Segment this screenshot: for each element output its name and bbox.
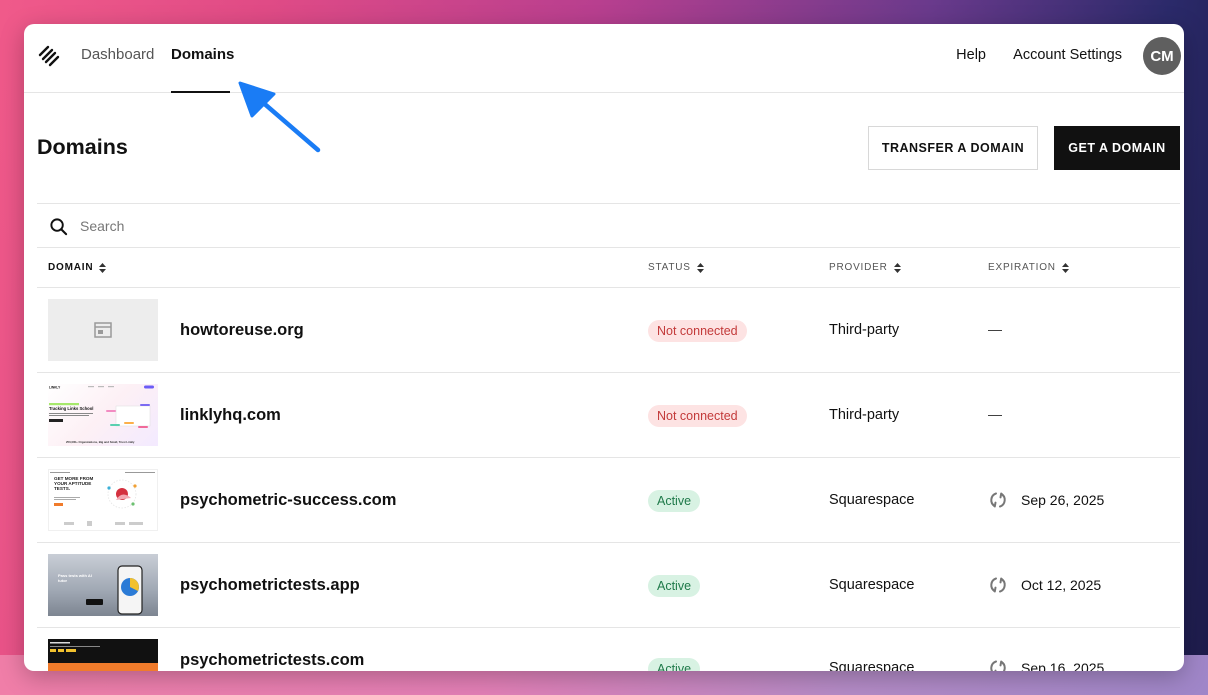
nav-domains[interactable]: Domains	[171, 46, 234, 63]
site-thumbnail: Pass tests with AI tutor	[48, 554, 158, 616]
app-window: Dashboard Domains Help Account Settings …	[24, 24, 1184, 671]
sort-icon	[99, 262, 107, 273]
top-navigation: Dashboard Domains Help Account Settings …	[24, 24, 1184, 93]
thumbnail-heading: Tracking Links School	[49, 406, 93, 411]
table-row[interactable]: psychometrictests.com Active Squarespace…	[37, 628, 1180, 671]
provider-value: Third-party	[829, 322, 900, 338]
column-header-provider[interactable]: PROVIDER	[829, 262, 901, 273]
sort-icon	[1061, 262, 1069, 273]
expiration-cell: Sep 26, 2025	[988, 490, 1104, 510]
domain-list: howtoreuse.org Not connected Third-party…	[37, 288, 1180, 671]
site-thumbnail	[48, 639, 158, 671]
auto-renew-icon	[990, 492, 1006, 508]
get-domain-button[interactable]: GET A DOMAIN	[1054, 126, 1180, 170]
site-thumbnail: GET MORE FROM YOUR APTITUDE TESTS.	[48, 469, 158, 531]
website-placeholder-icon	[94, 322, 112, 338]
provider-value: Squarespace	[829, 660, 915, 671]
thumbnail-heading: GET MORE FROM YOUR APTITUDE TESTS.	[54, 476, 94, 491]
table-header: DOMAIN STATUS PROVIDER EXPIRATION	[37, 248, 1180, 288]
nav-dashboard[interactable]: Dashboard	[81, 46, 154, 63]
domain-name[interactable]: howtoreuse.org	[180, 321, 304, 340]
thumbnail-heading: Pass tests with AI tutor	[58, 574, 92, 583]
column-header-domain[interactable]: DOMAIN	[48, 262, 107, 273]
transfer-domain-button[interactable]: TRANSFER A DOMAIN	[868, 126, 1038, 170]
provider-value: Squarespace	[829, 492, 915, 508]
domain-name[interactable]: linklyhq.com	[180, 406, 281, 425]
provider-value: Squarespace	[829, 577, 915, 593]
domain-name[interactable]: psychometrictests.app	[180, 576, 360, 595]
expiration-value: Sep 16, 2025	[1021, 660, 1105, 671]
site-thumbnail: LINKLY Tracking Links School 250,000+ Or…	[48, 384, 158, 446]
linkly-site-preview: LINKLY Tracking Links School 250,000+ Or…	[49, 385, 154, 444]
sort-icon	[696, 262, 704, 273]
psychometric-tests-preview	[48, 642, 158, 671]
status-badge: Active	[648, 658, 701, 671]
sort-icon	[893, 262, 901, 273]
thumbnail-footer: 250,000+ Organizations, Big and Small, T…	[66, 440, 135, 444]
domain-name[interactable]: psychometrictests.com	[180, 651, 364, 670]
status-badge: Not connected	[648, 405, 747, 427]
psychometric-site-preview: GET MORE FROM YOUR APTITUDE TESTS.	[50, 472, 155, 526]
help-link[interactable]: Help	[956, 47, 986, 63]
column-header-provider-label: PROVIDER	[829, 262, 888, 273]
arrow-pointer-icon	[238, 81, 321, 153]
search-bar	[37, 203, 1180, 248]
column-header-status-label: STATUS	[648, 262, 691, 273]
provider-value: Third-party	[829, 407, 900, 423]
column-header-status[interactable]: STATUS	[648, 262, 704, 273]
search-input[interactable]	[80, 213, 580, 239]
psychometric-app-preview: Pass tests with AI tutor	[58, 565, 143, 615]
search-icon	[50, 218, 68, 236]
avatar[interactable]: CM	[1143, 37, 1181, 75]
site-thumbnail	[48, 299, 158, 361]
squarespace-logo-icon[interactable]	[37, 44, 61, 68]
active-tab-indicator	[171, 91, 230, 93]
table-row[interactable]: LINKLY Tracking Links School 250,000+ Or…	[37, 373, 1180, 458]
column-header-expiration[interactable]: EXPIRATION	[988, 262, 1069, 273]
account-settings-link[interactable]: Account Settings	[1013, 47, 1122, 63]
expiration-value: Oct 12, 2025	[1021, 577, 1102, 593]
expiration-value: Sep 26, 2025	[1021, 492, 1105, 508]
page-title: Domains	[37, 135, 128, 159]
expiration-cell: Oct 12, 2025	[988, 575, 1101, 595]
thumbnail-brand: LINKLY	[49, 386, 61, 390]
expiration-value: —	[988, 406, 1002, 422]
domain-name[interactable]: psychometric-success.com	[180, 491, 396, 510]
status-badge: Active	[648, 490, 701, 512]
auto-renew-icon	[990, 577, 1006, 593]
status-badge: Not connected	[648, 320, 747, 342]
column-header-domain-label: DOMAIN	[48, 262, 94, 273]
table-row[interactable]: GET MORE FROM YOUR APTITUDE TESTS. psych…	[37, 458, 1180, 543]
status-badge: Active	[648, 575, 701, 597]
column-header-expiration-label: EXPIRATION	[988, 262, 1056, 273]
auto-renew-icon	[990, 660, 1006, 671]
expiration-value: —	[988, 321, 1002, 337]
table-row[interactable]: howtoreuse.org Not connected Third-party…	[37, 288, 1180, 373]
expiration-cell: Sep 16, 2025	[988, 658, 1104, 671]
table-row[interactable]: Pass tests with AI tutor psychometrictes…	[37, 543, 1180, 628]
